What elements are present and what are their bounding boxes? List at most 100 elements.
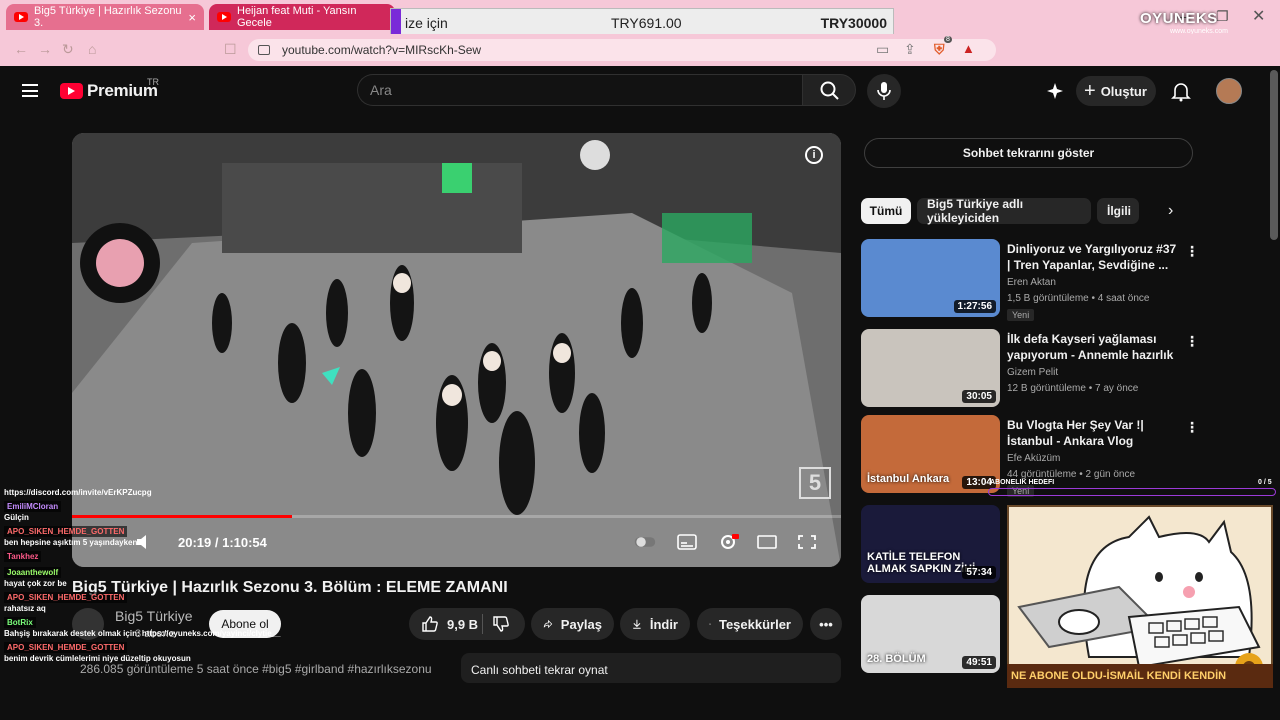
- kebab-menu-icon[interactable]: ⋮: [1185, 243, 1199, 260]
- video-thumbnail[interactable]: 28. BÖLÜM 49:51: [861, 595, 1000, 673]
- url-text: youtube.com/watch?v=MIRscKh-Sew: [282, 43, 482, 57]
- search-input[interactable]: Ara: [357, 74, 802, 106]
- site-info-icon[interactable]: [258, 45, 270, 55]
- kebab-menu-icon[interactable]: ⋮: [1185, 419, 1199, 436]
- youtube-logo[interactable]: Premium: [60, 81, 158, 101]
- donation-label: ize için: [405, 15, 448, 31]
- chat-message: hayat çok zor be: [4, 579, 67, 588]
- youtube-favicon-icon: [14, 12, 28, 22]
- thumbnail-text: 28. BÖLÜM: [867, 653, 926, 665]
- chat-message: rahatsız aq: [4, 604, 46, 613]
- recommended-title[interactable]: Dinliyoruz ve Yargılıyoruz #37 | Tren Ya…: [1007, 241, 1179, 273]
- search-icon: [820, 81, 839, 100]
- stream-cat-overlay: [1007, 505, 1273, 688]
- share-button[interactable]: Paylaş: [531, 608, 614, 640]
- show-chat-replay-button[interactable]: Sohbet tekrarını göster: [864, 138, 1193, 168]
- video-thumbnail[interactable]: 30:05: [861, 329, 1000, 407]
- fullscreen-icon[interactable]: [796, 533, 818, 551]
- recommended-channel[interactable]: Gizem Pelit: [1007, 367, 1058, 378]
- youtube-header: Premium TR Ara + Oluştur: [0, 66, 1280, 116]
- recommended-channel[interactable]: Efe Aküzüm: [1007, 453, 1060, 464]
- account-avatar[interactable]: [1216, 78, 1242, 104]
- info-icon[interactable]: i: [805, 146, 823, 164]
- thanks-label: Teşekkürler: [718, 616, 791, 632]
- tab-title: Big5 Türkiye | Hazırlık Sezonu 3.: [34, 5, 182, 29]
- create-label: Oluştur: [1100, 83, 1147, 99]
- forward-icon[interactable]: →: [38, 41, 52, 57]
- live-chat-replay-header[interactable]: Canlı sohbeti tekrar oynat: [461, 653, 841, 683]
- theater-mode-icon[interactable]: [756, 533, 778, 551]
- stream-chat-overlay: https://discord.com/invite/vErKPZucpg Emi…: [0, 485, 310, 720]
- recommended-meta: 1,5 B görüntüleme • 4 saat önce: [1007, 293, 1150, 304]
- bongo-cat-illustration: [1009, 507, 1271, 686]
- bell-icon[interactable]: [1170, 80, 1192, 102]
- duration-badge: 1:27:56: [953, 300, 996, 313]
- settings-gear-icon[interactable]: [717, 533, 739, 551]
- recommended-meta: 12 B görüntüleme • 7 ay önce: [1007, 383, 1139, 394]
- subtitles-icon[interactable]: [676, 533, 698, 551]
- recommended-title[interactable]: Bu Vlogta Her Şey Var !| İstanbul - Anka…: [1007, 417, 1179, 449]
- ai-sparkle-icon[interactable]: [1045, 81, 1065, 101]
- autoplay-toggle-icon[interactable]: [634, 533, 656, 551]
- new-badge: Yeni: [1007, 309, 1035, 321]
- shield-count-badge: 8: [944, 36, 952, 43]
- chat-username: APO_SIKEN_HEMDE_GOTTEN: [4, 642, 128, 653]
- thumbs-down-icon[interactable]: [492, 615, 510, 633]
- youtube-play-icon: [60, 83, 83, 99]
- back-icon[interactable]: ←: [14, 41, 28, 57]
- channel-watermark[interactable]: 5: [799, 467, 831, 499]
- kebab-menu-icon[interactable]: ⋮: [1185, 333, 1199, 350]
- youtube-favicon-icon: [217, 12, 231, 22]
- close-window-icon[interactable]: ✕: [1252, 6, 1265, 26]
- recommended-video[interactable]: 1:27:56 Dinliyoruz ve Yargılıyoruz #37 | …: [861, 239, 1199, 321]
- recommended-video[interactable]: 30:05 İlk defa Kayseri yağlaması yapıyoru…: [861, 329, 1199, 409]
- chat-username: BotRix: [4, 617, 36, 628]
- reload-icon[interactable]: ↻: [62, 41, 74, 58]
- duration-badge: 49:51: [962, 656, 996, 669]
- chip-all[interactable]: Tümü: [861, 198, 911, 224]
- home-icon[interactable]: ⌂: [88, 41, 96, 57]
- mic-icon: [877, 82, 891, 100]
- voice-search-button[interactable]: [867, 74, 901, 108]
- download-button[interactable]: İndir: [620, 608, 690, 640]
- menu-icon[interactable]: [22, 84, 38, 97]
- video-thumbnail[interactable]: 1:27:56: [861, 239, 1000, 317]
- chat-username: Joaanthewolf: [4, 567, 62, 578]
- replay-label: Canlı sohbeti tekrar oynat: [471, 663, 608, 677]
- bookmark-icon[interactable]: ☐: [224, 41, 237, 58]
- like-count: 9,9 B: [447, 616, 479, 632]
- search-button[interactable]: [802, 74, 856, 106]
- download-icon: [633, 619, 641, 629]
- download-label: İndir: [649, 616, 678, 632]
- chat-message: Gülçin: [4, 513, 29, 522]
- more-horizontal-icon: •••: [819, 616, 833, 632]
- share-icon[interactable]: ⇪: [904, 41, 916, 58]
- country-code: TR: [147, 77, 159, 87]
- rewards-triangle-icon[interactable]: ▲: [962, 41, 975, 56]
- browser-tab[interactable]: Heijan feat Muti - Yansın Gecele: [209, 4, 395, 30]
- chat-message: Bahşiş bırakarak destek olmak için: http…: [4, 629, 281, 638]
- share-arrow-icon: [543, 619, 553, 629]
- tab-close-icon[interactable]: ×: [188, 10, 196, 25]
- video-thumbnail[interactable]: KATİLE TELEFON ALMAK SAPKIN ZİHİ... 57:34: [861, 505, 1000, 583]
- video-thumbnail[interactable]: İstanbul Ankara 13:04: [861, 415, 1000, 493]
- page-scrollbar[interactable]: [1270, 70, 1278, 240]
- create-button[interactable]: + Oluştur: [1076, 76, 1156, 106]
- like-divider: [482, 614, 483, 634]
- chip-related[interactable]: İlgili: [1097, 198, 1139, 224]
- cast-icon[interactable]: ▭: [876, 41, 889, 58]
- plus-icon: +: [1084, 79, 1096, 102]
- chevron-right-icon[interactable]: ›: [1168, 202, 1173, 220]
- chat-message: https://discord.com/invite/vErKPZucpg: [4, 488, 152, 497]
- more-actions-button[interactable]: •••: [810, 608, 842, 640]
- chat-message: ben hepsine aşıktım 5 yaşındayken: [4, 538, 138, 547]
- search-placeholder: Ara: [370, 82, 392, 98]
- thanks-button[interactable]: $ Teşekkürler: [697, 608, 803, 640]
- brave-shield-icon[interactable]: ⛨: [934, 41, 945, 58]
- follower-goal-label: ABONELIK HEDEFI: [990, 479, 1055, 486]
- browser-tab-active[interactable]: Big5 Türkiye | Hazırlık Sezonu 3. ×: [6, 4, 204, 30]
- recommended-channel[interactable]: Eren Aktan: [1007, 277, 1056, 288]
- recommended-title[interactable]: İlk defa Kayseri yağlaması yapıyorum - A…: [1007, 331, 1179, 363]
- chip-from-uploader[interactable]: Big5 Türkiye adlı yükleyiciden: [917, 197, 1091, 225]
- oyuneks-logo: OYUNEKS: [1140, 10, 1218, 27]
